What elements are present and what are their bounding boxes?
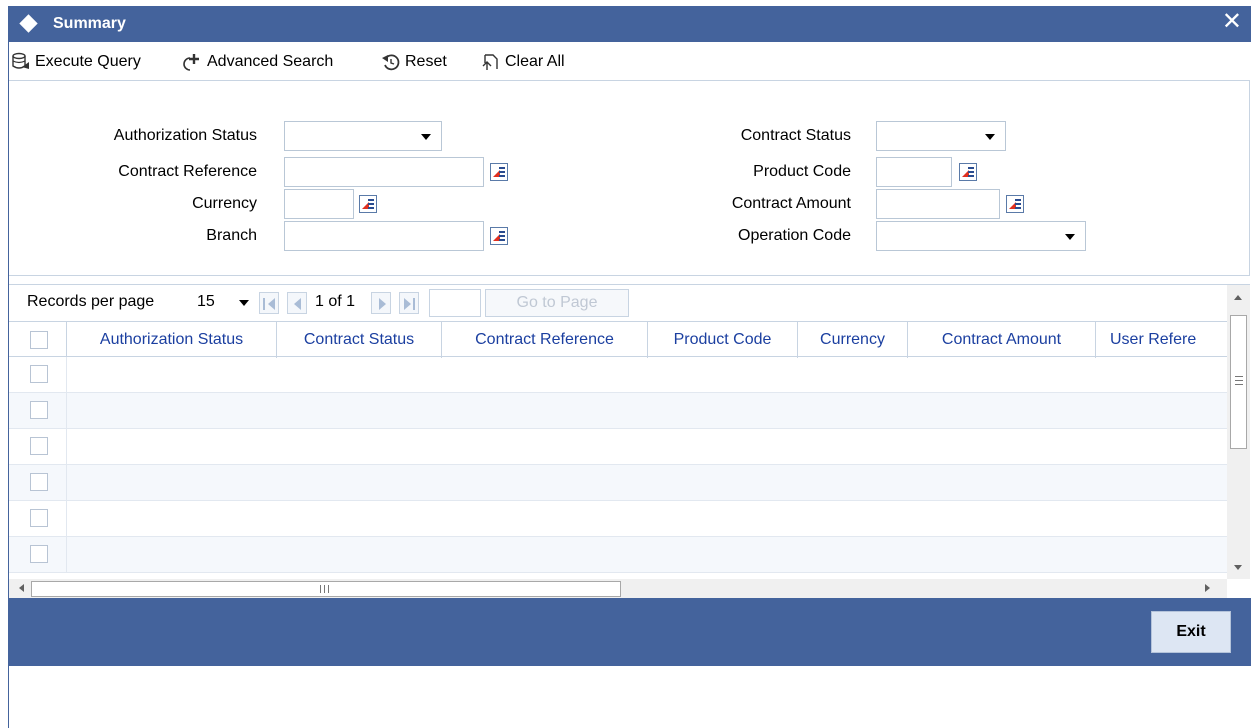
product-code-label: Product Code — [753, 163, 851, 180]
database-query-icon — [12, 52, 29, 69]
currency-label: Currency — [192, 195, 257, 212]
contract-amount-input[interactable] — [876, 189, 1000, 219]
clear-all-button[interactable]: Clear All — [481, 50, 565, 74]
branch-input[interactable] — [284, 221, 484, 251]
previous-page-button[interactable] — [287, 292, 307, 314]
column-header-currency[interactable]: Currency — [798, 322, 908, 358]
toolbar: Execute Query Advanced Search Reset Clea… — [9, 46, 1251, 78]
currency-input[interactable] — [284, 189, 354, 219]
scroll-left-icon[interactable] — [19, 584, 24, 592]
advanced-search-button[interactable]: Advanced Search — [181, 50, 333, 74]
row-checkbox[interactable] — [30, 473, 48, 491]
scroll-up-icon[interactable] — [1234, 295, 1242, 300]
clear-all-icon — [482, 54, 498, 70]
row-checkbox[interactable] — [30, 437, 48, 455]
records-per-page-select[interactable]: 15 — [189, 289, 255, 317]
window-title: Summary — [53, 15, 126, 32]
search-panel: Authorization Status Contract Reference … — [9, 80, 1250, 276]
page-number-input[interactable] — [429, 289, 481, 317]
row-checkbox[interactable] — [30, 509, 48, 527]
contract-status-label: Contract Status — [740, 127, 851, 144]
horizontal-scroll-thumb[interactable] — [31, 581, 621, 597]
records-per-page-value: 15 — [197, 293, 215, 310]
chevron-down-icon — [239, 300, 249, 306]
reset-icon — [382, 54, 400, 71]
first-page-button[interactable] — [259, 292, 279, 314]
table-row[interactable] — [9, 357, 1227, 393]
column-header-user-reference[interactable]: User Refere — [1096, 322, 1227, 358]
last-page-icon — [404, 298, 411, 310]
table-row[interactable] — [9, 429, 1227, 465]
advanced-search-icon — [183, 54, 199, 71]
first-page-icon — [263, 298, 265, 310]
operation-code-label: Operation Code — [738, 227, 851, 244]
reset-label: Reset — [405, 53, 447, 70]
chevron-down-icon — [1065, 234, 1075, 240]
currency-lov-icon[interactable] — [359, 195, 377, 213]
vertical-scroll-thumb[interactable] — [1230, 315, 1247, 449]
row-checkbox[interactable] — [30, 545, 48, 563]
exit-button[interactable]: Exit — [1151, 611, 1231, 653]
records-per-page-label: Records per page — [27, 293, 155, 310]
summary-window: Summary ✕ Execute Query Advanced Search — [8, 6, 1251, 728]
column-header-authorization-status[interactable]: Authorization Status — [67, 322, 277, 358]
previous-page-icon — [294, 298, 301, 310]
go-to-page-button[interactable]: Go to Page — [485, 289, 629, 317]
close-icon[interactable]: ✕ — [1222, 9, 1242, 33]
clear-all-label: Clear All — [505, 53, 565, 70]
results-grid: Authorization Status Contract Status Con… — [9, 321, 1227, 579]
scroll-right-icon[interactable] — [1205, 584, 1210, 592]
row-checkbox[interactable] — [30, 365, 48, 383]
row-checkbox[interactable] — [30, 401, 48, 419]
contract-reference-label: Contract Reference — [118, 163, 257, 180]
contract-reference-input[interactable] — [284, 157, 484, 187]
chevron-down-icon — [421, 134, 431, 140]
footer-bar: Exit — [9, 598, 1251, 666]
results-panel: Records per page 15 1 of 1 Go to Page Au… — [9, 284, 1250, 599]
column-header-contract-amount[interactable]: Contract Amount — [908, 322, 1096, 358]
horizontal-scrollbar[interactable] — [9, 579, 1227, 599]
execute-query-button[interactable]: Execute Query — [11, 50, 141, 74]
next-page-button[interactable] — [371, 292, 391, 314]
authorization-status-select[interactable] — [284, 121, 442, 151]
contract-amount-label: Contract Amount — [731, 195, 851, 212]
table-row[interactable] — [9, 537, 1227, 573]
diamond-icon — [19, 14, 38, 33]
reset-button[interactable]: Reset — [381, 50, 447, 74]
select-all-cell — [9, 322, 67, 358]
chevron-down-icon — [985, 134, 995, 140]
table-row[interactable] — [9, 393, 1227, 429]
operation-code-select[interactable] — [876, 221, 1086, 251]
select-all-checkbox[interactable] — [30, 331, 48, 349]
scroll-down-icon[interactable] — [1234, 565, 1242, 570]
branch-label: Branch — [206, 227, 257, 244]
product-code-lov-icon[interactable] — [959, 163, 977, 181]
page-info: 1 of 1 — [315, 293, 356, 310]
contract-amount-lov-icon[interactable] — [1006, 195, 1024, 213]
vertical-scrollbar[interactable] — [1227, 285, 1250, 579]
contract-status-select[interactable] — [876, 121, 1006, 151]
grid-header: Authorization Status Contract Status Con… — [9, 321, 1227, 358]
pager: Records per page 15 1 of 1 Go to Page — [9, 285, 1227, 319]
table-row[interactable] — [9, 465, 1227, 501]
column-header-contract-status[interactable]: Contract Status — [277, 322, 442, 358]
column-header-contract-reference[interactable]: Contract Reference — [442, 322, 648, 358]
advanced-search-label: Advanced Search — [207, 53, 334, 70]
table-row[interactable] — [9, 501, 1227, 537]
execute-query-label: Execute Query — [35, 53, 141, 70]
authorization-status-label: Authorization Status — [113, 127, 257, 144]
contract-reference-lov-icon[interactable] — [490, 163, 508, 181]
branch-lov-icon[interactable] — [490, 227, 508, 245]
next-page-icon — [379, 298, 386, 310]
last-page-button[interactable] — [399, 292, 419, 314]
product-code-input[interactable] — [876, 157, 952, 187]
column-header-product-code[interactable]: Product Code — [648, 322, 798, 358]
title-bar: Summary ✕ — [9, 6, 1251, 42]
